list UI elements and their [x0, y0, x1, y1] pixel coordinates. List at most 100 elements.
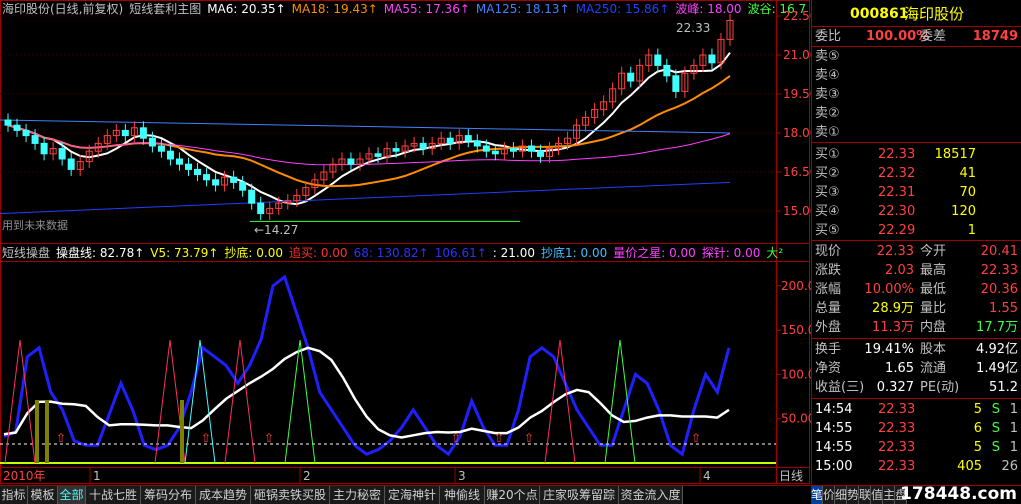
- tab-8[interactable]: 定海神针: [385, 486, 440, 504]
- tick-volume: 6: [973, 421, 982, 436]
- indicator-value: 短线操盘: [2, 245, 50, 260]
- tick-volume: 5: [973, 402, 982, 417]
- stat-value: 10.00%: [864, 282, 914, 297]
- svg-text:⇧: ⇧: [264, 431, 274, 445]
- chart-area[interactable]: ⇧ ⇧ ⇧ ⇧ ⇧ ⇧ ⇧ 海印股份(日线,前复权) 短线套利主图 MA6: 20.35↑ MA1…: [0, 0, 817, 484]
- tab-11[interactable]: 庄家吸筹留踪: [540, 486, 619, 504]
- tick-time: 15:00: [815, 459, 853, 474]
- stat-label: 外盘: [815, 320, 842, 335]
- tick-volume: 5: [973, 440, 982, 455]
- tab-6[interactable]: 砸锅卖铁买股: [251, 486, 330, 504]
- right-tab-1[interactable]: 价: [823, 486, 835, 504]
- fin-value: 1.65: [885, 361, 914, 376]
- bid-volume: 70: [959, 185, 976, 200]
- quote-row: 现价 22.33 今开 20.41: [812, 242, 1021, 261]
- period-label[interactable]: 日线: [779, 469, 803, 483]
- watermark: 178448.com: [900, 484, 1017, 504]
- tick-price: 22.33: [878, 402, 916, 417]
- sub-axis: 200.0 150.0 100.0 50.00: [776, 279, 815, 426]
- stat-value: 2.03: [885, 263, 914, 278]
- month-label: 2: [303, 469, 311, 483]
- stat-value: 17.7万: [976, 320, 1018, 335]
- future-data-tip: 用到未来数据: [2, 218, 68, 232]
- tick-count: 1: [1009, 421, 1018, 436]
- stat-label: 现价: [815, 244, 842, 259]
- sub-tick-label: 100.0: [781, 367, 811, 381]
- divider: [812, 240, 1021, 241]
- ask-label: 卖③: [815, 87, 840, 102]
- quote-row: 14:55 22.33 5 S 1: [812, 438, 1021, 457]
- quote-row: 涨跌 2.03 最高 22.33: [812, 261, 1021, 280]
- weicha-value: 18749: [972, 29, 1018, 44]
- indicator-value: 追买: 0.00: [289, 245, 348, 260]
- month-label: 1: [93, 469, 101, 483]
- bid-price: 22.32: [878, 166, 916, 181]
- quote-row: 买② 22.32 41: [812, 164, 1021, 183]
- month-labels: 1 2 3 4: [89, 468, 711, 484]
- stock-title: 000861 海印股份: [812, 5, 1021, 25]
- indicator-value: MA250: 15.86↑: [576, 2, 670, 16]
- quote-row: 买⑤ 22.29 1: [812, 221, 1021, 240]
- indicator-tab-bar: 指标 模板 全部 十战七胜 筹码分布 成本趋势 砸锅卖铁买股 主力秘密 定海神针 神偷线 赚20个点…: [0, 484, 1021, 504]
- tick-time: 14:55: [815, 440, 853, 455]
- tab-10[interactable]: 赚20个点: [485, 486, 540, 504]
- svg-text:⇧: ⇧: [524, 431, 534, 445]
- right-tab-4[interactable]: 联: [859, 486, 871, 504]
- bid-label: 买②: [815, 166, 840, 181]
- fin-label: 换手: [815, 342, 842, 357]
- tab-0[interactable]: 指标: [0, 486, 28, 504]
- kline-chart[interactable]: ⇧ ⇧ ⇧ ⇧ ⇧ ⇧ ⇧ 海印股份(日线,前复权) 短线套利主图 MA6: 20.35↑ MA1…: [0, 0, 817, 484]
- quote-row: 总量 28.9万 量比 1.55: [812, 299, 1021, 318]
- tab-3[interactable]: 十战七胜: [86, 486, 141, 504]
- price-tick-label: 21.00: [783, 48, 811, 62]
- sub-tick-label: 200.0: [781, 279, 811, 293]
- right-tab-0[interactable]: 笔: [811, 486, 823, 504]
- stat-value: 20.41: [980, 244, 1018, 259]
- fin-value: 51.2: [989, 380, 1018, 395]
- tab-4[interactable]: 筹码分布: [141, 486, 196, 504]
- tab-7[interactable]: 主力秘密: [330, 486, 385, 504]
- stat-label: 今开: [920, 244, 947, 259]
- stat-label: 最高: [920, 263, 947, 278]
- tab-9[interactable]: 神偷线: [440, 486, 485, 504]
- stat-value: 28.9万: [872, 301, 914, 316]
- indicator-value: 操盘线: 82.78↑: [56, 245, 144, 260]
- fin-value: 1.49亿: [976, 361, 1018, 376]
- tab-1[interactable]: 模板: [28, 486, 58, 504]
- price-tick-label: 22.50: [783, 9, 811, 23]
- tick-side: S: [991, 402, 1000, 417]
- price-tick-label: 15.00: [783, 204, 811, 218]
- quote-panel: 000861 海印股份 委比 100.00% 委差 18749 卖⑤ 卖④ 卖③ 卖②…: [811, 0, 1021, 484]
- stat-value: 22.33: [876, 244, 914, 259]
- right-tab-3[interactable]: 势: [847, 486, 859, 504]
- indicator-value: 68: 130.82↑: [354, 246, 429, 260]
- quote-row: 14:54 22.33 5 S 1: [812, 400, 1021, 419]
- right-tab-2[interactable]: 细: [835, 486, 847, 504]
- bid-volume: 41: [959, 166, 976, 181]
- tab-5[interactable]: 成本趋势: [196, 486, 251, 504]
- high-price-label: 22.33: [676, 21, 710, 35]
- quote-row: 买③ 22.31 70: [812, 183, 1021, 202]
- tab-12[interactable]: 资金流入度: [619, 486, 683, 504]
- stat-value: 11.3万: [872, 320, 914, 335]
- price-tick-label: 19.50: [783, 87, 811, 101]
- quote-row: 外盘 11.3万 内盘 17.7万: [812, 318, 1021, 337]
- tab-2[interactable]: 全部: [58, 486, 86, 504]
- stat-label: 量比: [920, 301, 947, 316]
- stat-label: 最低: [920, 282, 947, 297]
- fin-label: 流通: [920, 361, 947, 376]
- indicator-value: MA6: 20.35↑: [207, 2, 285, 16]
- fin-value: 4.92亿: [976, 342, 1018, 357]
- bid-price: 22.33: [878, 147, 916, 162]
- right-tab-5[interactable]: 值: [871, 486, 883, 504]
- indicator-value: MA125: 18.13↑: [476, 2, 570, 16]
- right-tab-6[interactable]: 主: [883, 486, 895, 504]
- sub-chart-lines: ⇧ ⇧ ⇧ ⇧ ⇧ ⇧ ⇧: [0, 274, 776, 464]
- tick-side: S: [991, 440, 1000, 455]
- quote-row: 卖③: [812, 85, 1021, 104]
- price-tick-label: 16.50: [783, 165, 811, 179]
- fin-label: 净资: [815, 361, 842, 376]
- bid-price: 22.31: [878, 185, 916, 200]
- stat-value: 22.33: [980, 263, 1018, 278]
- weibi-label: 委比: [815, 29, 842, 44]
